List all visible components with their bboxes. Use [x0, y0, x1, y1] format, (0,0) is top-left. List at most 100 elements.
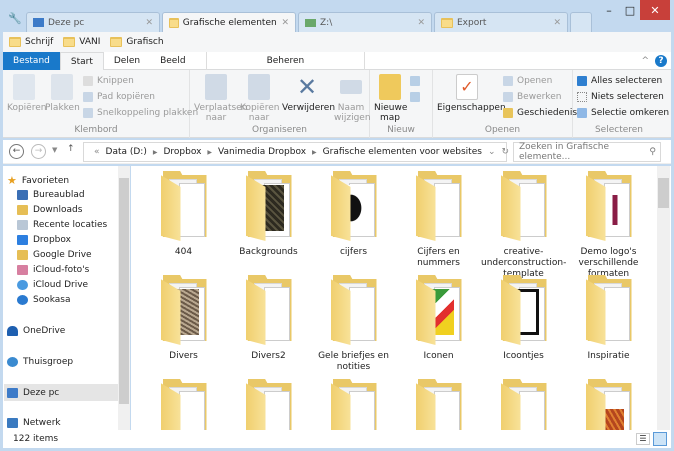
folder-item[interactable] [396, 379, 481, 430]
quick-item-vani[interactable]: VANI [63, 37, 100, 47]
tab-z[interactable]: Z:\ ✕ [298, 12, 432, 32]
address-bar[interactable]: « Data (D:) ▶ Dropbox ▶ Vanimedia Dropbox ▶… [83, 142, 509, 162]
status-bar: 122 items ☰ [3, 430, 671, 448]
folder-item[interactable]: Divers [141, 275, 226, 362]
forward-button[interactable]: → [31, 144, 46, 159]
folder-item[interactable] [141, 379, 226, 430]
select-none-button[interactable]: Niets selecteren [577, 92, 664, 102]
collapse-ribbon-icon[interactable]: ^ [641, 56, 649, 66]
large-icons-view-button[interactable] [653, 432, 667, 446]
nav-onedrive[interactable]: OneDrive [7, 326, 65, 336]
content-scrollbar[interactable] [657, 166, 670, 430]
tab-beheren[interactable]: Beheren [207, 51, 366, 70]
up-button[interactable]: ↑ [67, 144, 75, 154]
maximize-button[interactable]: □ [620, 0, 640, 20]
crumb[interactable]: Data (D:) [106, 147, 147, 157]
copy-path-button[interactable]: Pad kopiëren [83, 92, 155, 102]
settings-wrench-icon[interactable]: 🔧 [8, 12, 22, 25]
minimize-button[interactable]: – [598, 0, 620, 20]
folder-icon [441, 17, 453, 28]
nav-item-bureaublad[interactable]: Bureaublad [17, 190, 85, 200]
tab-start[interactable]: Start [59, 51, 104, 70]
quick-item-grafisch[interactable]: Grafisch [110, 37, 164, 47]
invert-selection-icon [577, 108, 587, 118]
folder-item[interactable]: Iconen [396, 275, 481, 362]
edit-button[interactable]: Bewerken [503, 92, 561, 102]
details-view-button[interactable]: ☰ [636, 433, 650, 445]
quick-access-toolbar: Schrijf VANI Grafisch [3, 32, 671, 52]
quick-item-schrijf[interactable]: Schrijf [9, 37, 53, 47]
copy-to-button[interactable]: Kopiëren naar [240, 74, 279, 123]
folder-item[interactable] [566, 379, 651, 430]
paste-shortcut-button[interactable]: Snelkoppeling plakken [83, 108, 198, 118]
nav-item-icloud-drive[interactable]: iCloud Drive [17, 280, 88, 290]
refresh-icon[interactable]: ↻ [501, 147, 513, 157]
crumb[interactable]: Grafische elementen voor websites [323, 147, 482, 157]
folder-item[interactable]: Divers2 [226, 275, 311, 362]
paste-button[interactable]: Plakken [45, 74, 80, 113]
folder-item[interactable]: Demo logo's verschillende formaten [566, 171, 651, 280]
search-input[interactable]: Zoeken in Grafische elemente... ⚲ [513, 142, 661, 162]
close-button[interactable]: ✕ [640, 0, 670, 20]
folder-item[interactable]: 404 [141, 171, 226, 258]
folder-item[interactable]: Gele briefjes en notities [311, 275, 396, 373]
tab-grafische-elementen[interactable]: Grafische elementen voor✕ [162, 12, 296, 33]
move-to-button[interactable]: Verplaatsen naar [194, 74, 247, 123]
group-label-openen: Openen [484, 125, 521, 135]
new-item-button[interactable] [410, 76, 420, 86]
close-tab-icon[interactable]: ✕ [553, 18, 561, 28]
select-all-button[interactable]: Alles selecteren [577, 76, 662, 86]
folder-item[interactable] [226, 379, 311, 430]
nav-item-downloads[interactable]: Downloads [17, 205, 82, 215]
scrollbar-thumb[interactable] [658, 178, 669, 208]
nav-item-icloud-photos[interactable]: iCloud-foto's [17, 265, 89, 275]
properties-button[interactable]: ✓ Eigenschappen [437, 74, 506, 113]
close-tab-icon[interactable]: ✕ [281, 18, 289, 28]
invert-selection-button[interactable]: Selectie omkeren [577, 108, 669, 118]
nav-item-recente-locaties[interactable]: Recente locaties [17, 220, 107, 230]
nav-homegroup[interactable]: Thuisgroep [7, 357, 73, 367]
nav-item-sookasa[interactable]: Sookasa [17, 295, 71, 305]
new-folder-button[interactable]: Nieuwe map [374, 74, 407, 123]
crumb[interactable]: Dropbox [163, 147, 201, 157]
folder-item[interactable]: cijfers [311, 171, 396, 258]
close-tab-icon[interactable]: ✕ [417, 18, 425, 28]
folder-item[interactable]: Cijfers en nummers [396, 171, 481, 269]
delete-button[interactable]: ✕ Verwijderen [282, 74, 335, 113]
crumb[interactable]: Vanimedia Dropbox [218, 147, 306, 157]
folder-icon [160, 275, 207, 345]
open-button[interactable]: Openen [503, 76, 552, 86]
icloud-photos-icon [17, 265, 28, 275]
back-button[interactable]: ← [9, 144, 24, 159]
new-tab-button[interactable] [570, 12, 592, 32]
recent-dropdown-icon[interactable]: ▼ [52, 146, 57, 154]
history-button[interactable]: Geschiedenis [503, 108, 577, 118]
network-drive-icon [305, 18, 316, 27]
tab-export[interactable]: Export ✕ [434, 12, 568, 32]
folder-item[interactable]: Icoontjes [481, 275, 566, 362]
nav-this-pc[interactable]: Deze pc [4, 384, 118, 401]
close-tab-icon[interactable]: ✕ [145, 18, 153, 28]
folder-item[interactable]: creative-underconstruction-template [481, 171, 566, 280]
copy-button[interactable]: Kopiëren [7, 74, 46, 113]
nav-item-dropbox[interactable]: Dropbox [17, 235, 71, 245]
help-icon[interactable]: ? [655, 54, 667, 67]
folder-item[interactable] [311, 379, 396, 430]
folder-item[interactable]: Inspiratie [566, 275, 651, 362]
easy-access-button[interactable] [410, 92, 420, 102]
rename-button[interactable]: Naam wijzigen [334, 74, 371, 123]
nav-network[interactable]: Netwerk [7, 418, 61, 428]
nav-item-google-drive[interactable]: Google Drive [17, 250, 92, 260]
tab-beeld[interactable]: Beeld [150, 51, 207, 70]
tab-deze-pc[interactable]: Deze pc ✕ [26, 12, 160, 32]
nav-scrollbar[interactable] [118, 166, 130, 430]
tab-delen[interactable]: Delen [104, 52, 150, 70]
folder-label: Divers2 [251, 351, 286, 361]
folder-item[interactable] [481, 379, 566, 430]
clipboard-icon [51, 74, 73, 100]
tab-bestand[interactable]: Bestand [3, 51, 60, 70]
cut-button[interactable]: Knippen [83, 76, 134, 86]
nav-favorites[interactable]: ★ Favorieten [7, 174, 69, 187]
address-dropdown-icon[interactable]: ⌄ [488, 147, 496, 157]
folder-item[interactable]: Backgrounds [226, 171, 311, 258]
